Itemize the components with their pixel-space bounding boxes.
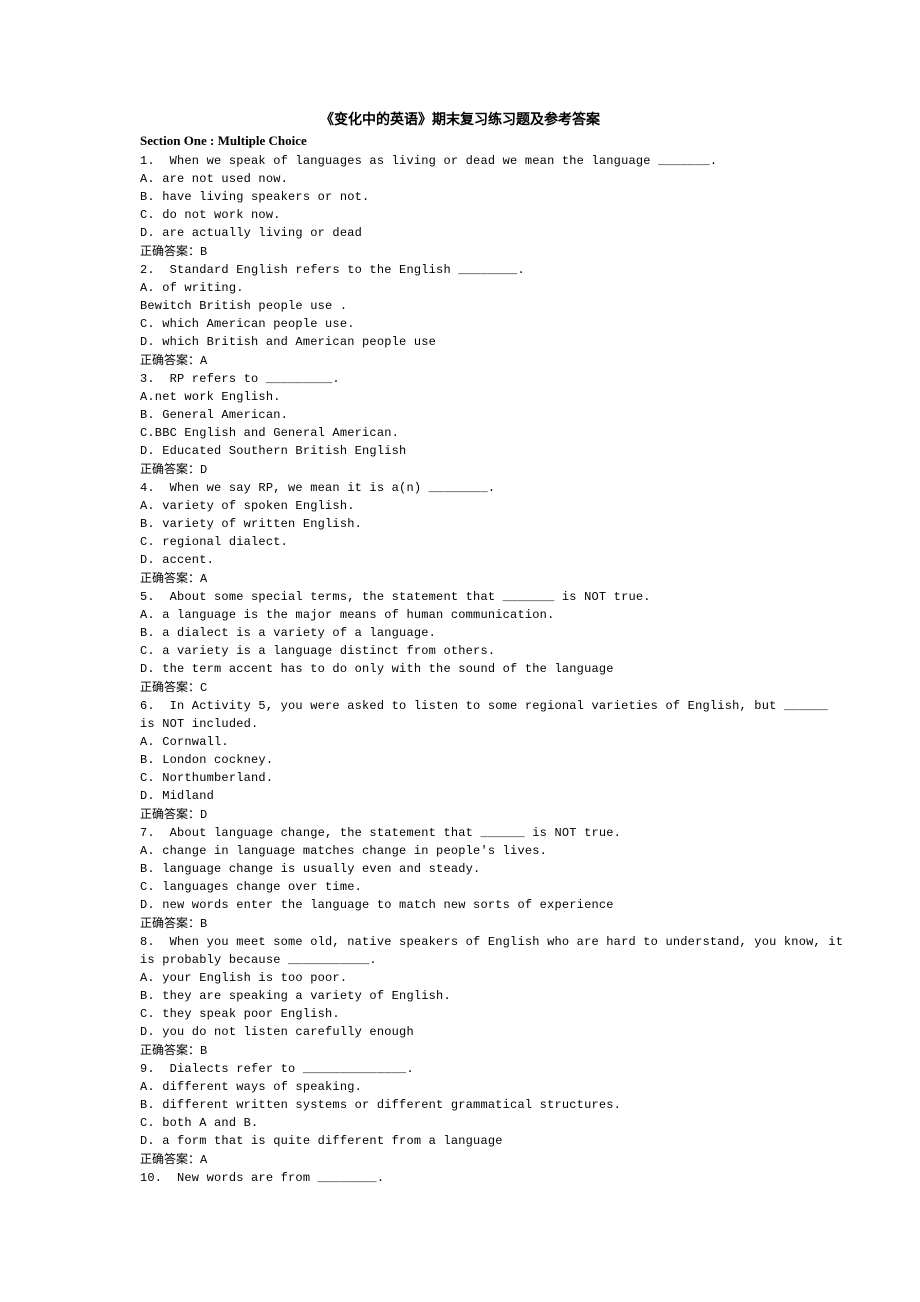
- question-option: B. different written systems or differen…: [140, 1096, 780, 1114]
- answer-value: A: [200, 572, 207, 586]
- answer-value: C: [200, 681, 207, 695]
- answer-value: D: [200, 463, 207, 477]
- question-option: A. change in language matches change in …: [140, 842, 780, 860]
- question-option: C.BBC English and General American.: [140, 424, 780, 442]
- question-answer: 正确答案：B: [140, 914, 780, 933]
- question-answer: 正确答案：B: [140, 1041, 780, 1060]
- question-stem: 1. When we speak of languages as living …: [140, 152, 780, 170]
- question-option: D. you do not listen carefully enough: [140, 1023, 780, 1041]
- question-option: C. regional dialect.: [140, 533, 780, 551]
- question-option: D. are actually living or dead: [140, 224, 780, 242]
- question-option: D. Midland: [140, 787, 780, 805]
- question-option: C. a variety is a language distinct from…: [140, 642, 780, 660]
- answer-label: 正确答案：: [140, 353, 200, 367]
- question-answer: 正确答案：D: [140, 805, 780, 824]
- question-option: C. Northumberland.: [140, 769, 780, 787]
- page-title: 《变化中的英语》期末复习练习题及参考答案: [140, 112, 780, 130]
- question-option: C. they speak poor English.: [140, 1005, 780, 1023]
- question-option: D. Educated Southern British English: [140, 442, 780, 460]
- question-option: B. a dialect is a variety of a language.: [140, 624, 780, 642]
- question-option: D. accent.: [140, 551, 780, 569]
- question-answer: 正确答案：A: [140, 569, 780, 588]
- answer-label: 正确答案：: [140, 807, 200, 821]
- answer-label: 正确答案：: [140, 462, 200, 476]
- question-option: A.net work English.: [140, 388, 780, 406]
- question-option: C. do not work now.: [140, 206, 780, 224]
- question-stem: 2. Standard English refers to the Englis…: [140, 261, 780, 279]
- question-answer: 正确答案：B: [140, 242, 780, 261]
- question-option: D. the term accent has to do only with t…: [140, 660, 780, 678]
- question-option: A. are not used now.: [140, 170, 780, 188]
- question-option: D. which British and American people use: [140, 333, 780, 351]
- question-option: C. which American people use.: [140, 315, 780, 333]
- question-option: C. both A and B.: [140, 1114, 780, 1132]
- question-option: B. General American.: [140, 406, 780, 424]
- question-option: B. London cockney.: [140, 751, 780, 769]
- question-option: A. a language is the major means of huma…: [140, 606, 780, 624]
- answer-value: A: [200, 354, 207, 368]
- question-option: A. your English is too poor.: [140, 969, 780, 987]
- question-stem: 4. When we say RP, we mean it is a(n) __…: [140, 479, 780, 497]
- question-option: A. of writing.: [140, 279, 780, 297]
- question-stem: 6. In Activity 5, you were asked to list…: [140, 697, 780, 715]
- answer-value: B: [200, 917, 207, 931]
- question-stem-cont: is probably because ___________.: [140, 951, 780, 969]
- question-option: C. languages change over time.: [140, 878, 780, 896]
- answer-label: 正确答案：: [140, 571, 200, 585]
- question-option: B. have living speakers or not.: [140, 188, 780, 206]
- answer-value: A: [200, 1153, 207, 1167]
- question-option: B. language change is usually even and s…: [140, 860, 780, 878]
- question-answer: 正确答案：A: [140, 351, 780, 370]
- answer-label: 正确答案：: [140, 244, 200, 258]
- answer-label: 正确答案：: [140, 680, 200, 694]
- question-option: A. variety of spoken English.: [140, 497, 780, 515]
- question-list: 1. When we speak of languages as living …: [140, 152, 780, 1187]
- question-option: D. new words enter the language to match…: [140, 896, 780, 914]
- answer-label: 正确答案：: [140, 1043, 200, 1057]
- answer-label: 正确答案：: [140, 916, 200, 930]
- question-stem: 7. About language change, the statement …: [140, 824, 780, 842]
- question-stem: 10. New words are from ________.: [140, 1169, 780, 1187]
- question-option: B. variety of written English.: [140, 515, 780, 533]
- question-option: D. a form that is quite different from a…: [140, 1132, 780, 1150]
- question-option: A. Cornwall.: [140, 733, 780, 751]
- answer-label: 正确答案：: [140, 1152, 200, 1166]
- question-answer: 正确答案：C: [140, 678, 780, 697]
- question-answer: 正确答案：A: [140, 1150, 780, 1169]
- question-option: A. different ways of speaking.: [140, 1078, 780, 1096]
- question-stem: 8. When you meet some old, native speake…: [140, 933, 780, 951]
- answer-value: B: [200, 245, 207, 259]
- question-stem: 3. RP refers to _________.: [140, 370, 780, 388]
- answer-value: D: [200, 808, 207, 822]
- question-option: B. they are speaking a variety of Englis…: [140, 987, 780, 1005]
- question-stem: 9. Dialects refer to ______________.: [140, 1060, 780, 1078]
- question-option: Bewitch British people use .: [140, 297, 780, 315]
- question-stem: 5. About some special terms, the stateme…: [140, 588, 780, 606]
- answer-value: B: [200, 1044, 207, 1058]
- question-answer: 正确答案：D: [140, 460, 780, 479]
- question-stem-cont: is NOT included.: [140, 715, 780, 733]
- document-page: 《变化中的英语》期末复习练习题及参考答案 Section One : Multi…: [0, 0, 920, 1302]
- section-title: Section One : Multiple Choice: [140, 132, 780, 150]
